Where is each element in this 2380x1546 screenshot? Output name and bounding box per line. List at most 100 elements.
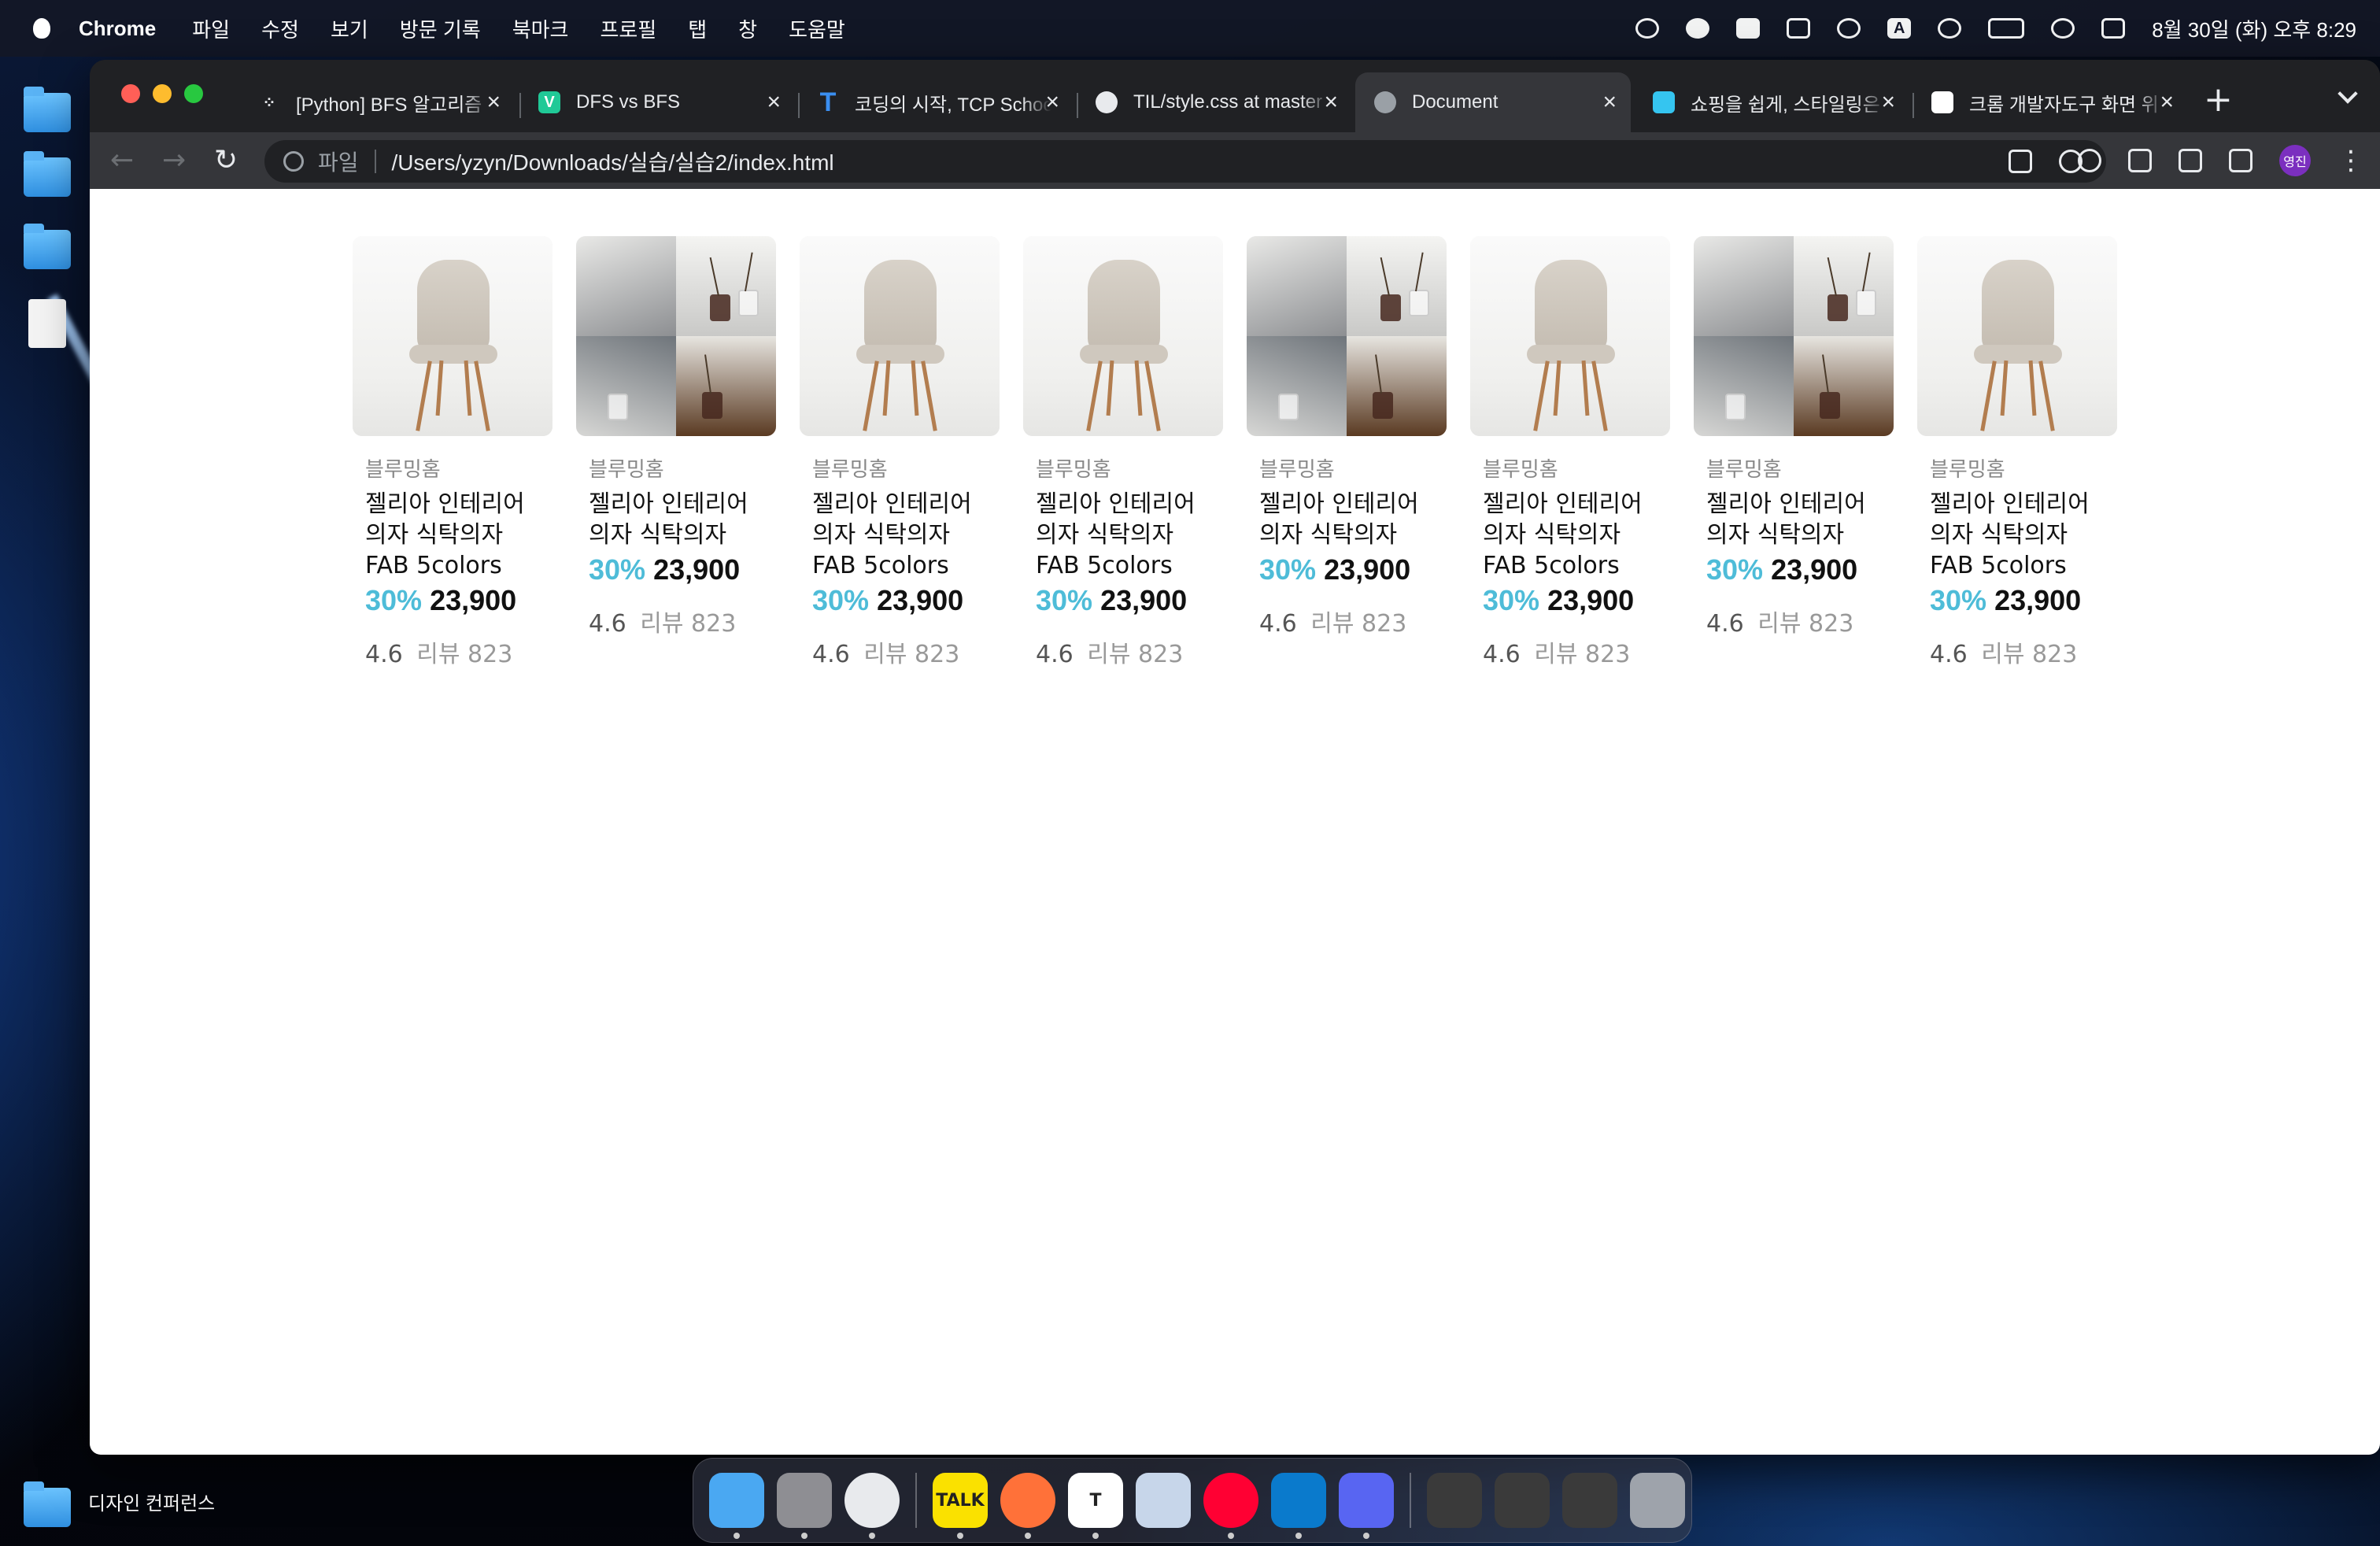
play-icon[interactable] [1837,18,1861,39]
puzzle-icon[interactable] [2128,149,2152,172]
trash-icon[interactable] [1630,1473,1685,1528]
product-image-diffuser[interactable] [576,236,776,436]
vscode-icon[interactable] [1271,1473,1326,1539]
chat-icon[interactable] [1686,18,1710,39]
product-card[interactable]: 블루밍홈 젤리아 인테리어 의자 식탁의자 FAB 5colors 30% 23,90… [353,236,552,669]
product-card[interactable]: 블루밍홈 젤리아 인테리어 의자 식탁의자 30% 23,900 4.6 리뷰 823 [1247,236,1447,669]
wifi-icon[interactable] [1938,18,1962,39]
close-icon[interactable]: × [2160,89,2174,116]
reload-button[interactable]: ↻ [214,142,238,179]
system-settings-icon[interactable] [777,1473,832,1539]
finder-icon[interactable] [709,1473,764,1539]
forward-button[interactable]: → [162,142,186,179]
tab-github-style-css[interactable]: TIL/style.css at master × [1077,72,1352,132]
product-name[interactable]: 젤리아 인테리어 의자 식탁의자 FAB 5colors [365,489,546,581]
menu-profiles[interactable]: 프로필 [600,14,656,43]
more-menu-icon[interactable]: ⋮ [2338,145,2364,176]
recent-window-1-icon[interactable] [1427,1473,1482,1528]
firefox-icon[interactable] [1000,1473,1055,1539]
close-icon[interactable]: × [1602,89,1617,116]
close-window-button[interactable] [121,84,140,103]
tab-dfs-vs-bfs[interactable]: V DFS vs BFS × [519,72,795,132]
share-icon[interactable] [2009,150,2032,173]
tab-bfs-algorithm[interactable]: ⁘ [Python] BFS 알고리즘 × [239,72,515,132]
tab-shopping[interactable]: 쇼핑을 쉽게, 스타일링은 × [1634,72,1909,132]
tab-chrome-devtools[interactable]: 크롬 개발자도구 화면 위 × [1913,72,2188,132]
product-card[interactable]: 블루밍홈 젤리아 인테리어 의자 식탁의자 FAB 5colors 30% 23,90… [1470,236,1670,669]
tab-document[interactable]: Document × [1355,72,1631,132]
menu-view[interactable]: 보기 [331,14,368,43]
clock[interactable]: 8월 30일 (화) 오후 8:29 [2152,14,2356,43]
menu-edit[interactable]: 수정 [261,14,299,43]
folder-icon[interactable] [24,87,71,132]
youtube-music-icon[interactable] [1203,1473,1258,1539]
tab-tcp-school[interactable]: T 코딩의 시작, TCP School × [798,72,1074,132]
product-image-chair[interactable] [800,236,1000,436]
apple-icon[interactable] [33,18,50,39]
menu-app-name[interactable]: Chrome [79,17,156,41]
chrome-icon[interactable] [844,1473,900,1539]
product-image-chair[interactable] [1917,236,2117,436]
url-text[interactable]: /Users/yzyn/Downloads/실습/실습2/index.html [392,146,834,177]
menu-window[interactable]: 창 [738,14,757,43]
product-brand[interactable]: 블루밍홈 [589,453,776,483]
product-brand[interactable]: 블루밍홈 [365,453,552,483]
site-info-icon[interactable] [283,151,304,172]
zoom-window-button[interactable] [184,84,203,103]
product-name[interactable]: 젤리아 인테리어 의자 식탁의자 FAB 5colors [1930,489,2111,581]
address-bar[interactable]: 파일 /Users/yzyn/Downloads/실습/실습2/index.ht… [264,140,2106,183]
input-source-icon[interactable]: A [1887,18,1912,39]
product-brand[interactable]: 블루밍홈 [1259,453,1447,483]
product-card[interactable]: 블루밍홈 젤리아 인테리어 의자 식탁의자 30% 23,900 4.6 리뷰 823 [1694,236,1894,669]
extension-gear-icon[interactable] [2078,149,2101,172]
product-card[interactable]: 블루밍홈 젤리아 인테리어 의자 식탁의자 FAB 5colors 30% 23,90… [1917,236,2117,669]
close-icon[interactable]: × [1324,89,1338,116]
product-brand[interactable]: 블루밍홈 [812,453,1000,483]
product-name[interactable]: 젤리아 인테리어 의자 식탁의자 FAB 5colors [812,489,993,581]
product-brand[interactable]: 블루밍홈 [1483,453,1670,483]
product-name[interactable]: 젤리아 인테리어 의자 식탁의자 [1259,489,1440,550]
product-image-diffuser[interactable] [1694,236,1894,436]
folder-icon[interactable] [24,224,71,269]
close-icon[interactable]: × [1881,89,1895,116]
python-file-icon[interactable] [28,299,66,348]
mute-icon[interactable] [1635,18,1660,39]
menu-file[interactable]: 파일 [192,14,230,43]
spotlight-icon[interactable] [2051,18,2075,39]
close-icon[interactable]: × [486,89,501,116]
product-name[interactable]: 젤리아 인테리어 의자 식탁의자 [1706,489,1887,550]
product-name[interactable]: 젤리아 인테리어 의자 식탁의자 [589,489,770,550]
discord-icon[interactable] [1339,1473,1394,1539]
close-icon[interactable]: × [767,89,781,116]
product-name[interactable]: 젤리아 인테리어 의자 식탁의자 FAB 5colors [1483,489,1664,581]
battery-icon[interactable] [1988,18,2025,39]
product-image-chair[interactable] [1023,236,1223,436]
recent-window-2-icon[interactable] [1495,1473,1550,1528]
profile-avatar[interactable]: 영진 [2279,145,2311,176]
menu-bookmarks[interactable]: 북마크 [512,14,569,43]
product-name[interactable]: 젤리아 인테리어 의자 식탁의자 FAB 5colors [1036,489,1217,581]
close-icon[interactable]: × [1045,89,1059,116]
display-icon[interactable] [1787,18,1811,39]
menu-help[interactable]: 도움말 [789,14,845,43]
tab-search-chevron-icon[interactable] [2338,83,2358,104]
product-image-chair[interactable] [353,236,552,436]
kakaotalk-icon[interactable]: TALK [933,1473,988,1539]
product-brand[interactable]: 블루밍홈 [1036,453,1223,483]
menu-history[interactable]: 방문 기록 [400,14,481,43]
product-card[interactable]: 블루밍홈 젤리아 인테리어 의자 식탁의자 FAB 5colors 30% 23,90… [800,236,1000,669]
typora-icon[interactable]: T [1068,1473,1123,1539]
new-tab-button[interactable]: + [2204,80,2233,120]
folder-label[interactable]: 디자인 컨퍼런스 [88,1488,215,1515]
product-image-diffuser[interactable] [1247,236,1447,436]
folder-icon[interactable] [24,151,71,197]
product-image-chair[interactable] [1470,236,1670,436]
recent-window-3-icon[interactable] [1562,1473,1617,1528]
control-center-icon[interactable] [2101,18,2126,39]
product-brand[interactable]: 블루밍홈 [1930,453,2117,483]
product-card[interactable]: 블루밍홈 젤리아 인테리어 의자 식탁의자 30% 23,900 4.6 리뷰 823 [576,236,776,669]
minimize-window-button[interactable] [153,84,172,103]
product-brand[interactable]: 블루밍홈 [1706,453,1894,483]
preview-icon[interactable] [1136,1473,1191,1528]
menu-tab[interactable]: 탭 [688,14,707,43]
